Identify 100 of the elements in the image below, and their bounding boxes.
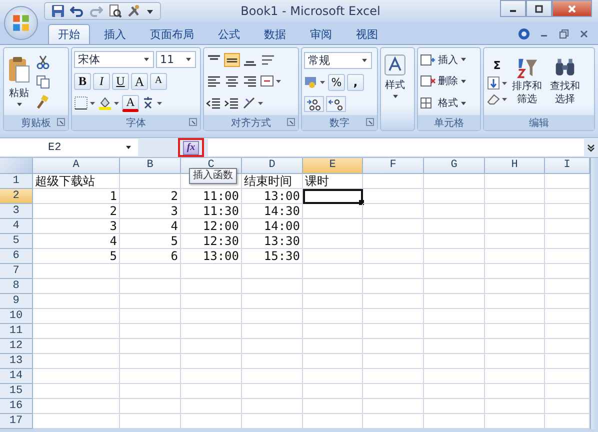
format-button[interactable]: 格式 (420, 96, 478, 110)
minimize-button[interactable] (500, 0, 526, 17)
vertical-scrollbar[interactable] (590, 158, 598, 429)
group-label: 数字 (330, 116, 350, 130)
sort-filter-button[interactable]: 排序和筛选 (508, 57, 546, 106)
save-icon[interactable] (51, 4, 65, 18)
row-header[interactable]: 15 (0, 384, 33, 399)
table-cell: 1 (33, 189, 120, 204)
number-format-dropdown[interactable]: 常规 (304, 52, 372, 68)
fill-down-icon[interactable] (486, 76, 508, 90)
orientation-icon[interactable] (242, 96, 264, 110)
borders-icon[interactable] (74, 96, 96, 110)
dialog-launcher-icon[interactable] (189, 118, 197, 126)
ribbon-tab[interactable]: 视图 (346, 24, 388, 44)
row-header[interactable]: 8 (0, 279, 33, 294)
font-color-button[interactable]: A (122, 94, 139, 112)
row-header[interactable]: 1 (0, 174, 33, 189)
comma-button[interactable]: , (347, 74, 364, 90)
merge-center-icon[interactable] (260, 74, 282, 88)
find-select-button[interactable]: 查找和选择 (546, 57, 584, 106)
row-header[interactable]: 12 (0, 339, 33, 354)
formula-input[interactable] (208, 139, 584, 156)
row-header[interactable]: 5 (0, 234, 33, 249)
eraser-icon[interactable] (486, 92, 508, 106)
align-left-icon[interactable] (206, 74, 222, 88)
column-header[interactable]: E (303, 158, 363, 174)
maximize-button[interactable] (526, 0, 552, 17)
delete-button[interactable]: 删除 (420, 74, 478, 88)
grow-button[interactable]: A (131, 72, 148, 90)
customize-caret-icon[interactable] (146, 7, 154, 15)
office-button[interactable] (4, 6, 38, 40)
row-header[interactable]: 9 (0, 294, 33, 309)
expand-icon[interactable] (586, 142, 596, 152)
styles-button[interactable]: 样式 (383, 54, 407, 128)
currency-icon[interactable] (304, 75, 326, 89)
close-button[interactable] (552, 0, 592, 17)
ribbon-tab[interactable]: 公式 (208, 24, 250, 44)
align-right-icon[interactable] (242, 74, 258, 88)
row-header[interactable]: 10 (0, 309, 33, 324)
increase-indent-icon[interactable] (224, 96, 240, 110)
align-middle-icon[interactable] (224, 52, 240, 67)
row-header[interactable]: 7 (0, 264, 33, 279)
column-header[interactable]: G (424, 158, 485, 174)
column-header[interactable]: B (120, 158, 181, 174)
insert-function-button[interactable]: fx (183, 140, 199, 154)
print-preview-icon[interactable] (108, 4, 122, 18)
dialog-launcher-icon[interactable] (366, 118, 374, 126)
table-cell: 3 (33, 219, 120, 234)
empty-cell (363, 399, 424, 414)
empty-cell (303, 339, 363, 354)
increase-decimal-icon[interactable] (304, 96, 324, 112)
undo-icon[interactable] (70, 4, 84, 18)
scissors-icon[interactable] (36, 54, 50, 68)
fill-color-icon[interactable] (98, 96, 120, 110)
row-header[interactable]: 6 (0, 249, 33, 264)
row-header[interactable]: 11 (0, 324, 33, 339)
font-size-dropdown[interactable]: 11 (156, 51, 196, 68)
decrease-indent-icon[interactable] (206, 96, 222, 110)
italic-button[interactable]: I (93, 72, 110, 90)
column-header[interactable]: A (33, 158, 120, 174)
row-header[interactable]: 2 (0, 189, 33, 204)
shrink-button[interactable]: A (150, 72, 167, 90)
paste-button[interactable]: 粘贴 (6, 56, 32, 107)
align-center-icon[interactable] (224, 74, 240, 88)
empty-cell (303, 234, 363, 249)
column-header[interactable]: H (485, 158, 545, 174)
dialog-launcher-icon[interactable] (287, 118, 295, 126)
ribbon-tab[interactable]: 数据 (254, 24, 296, 44)
ribbon-tab[interactable]: 开始 (48, 24, 90, 44)
wrap-text-icon[interactable] (260, 52, 276, 67)
insert-button[interactable]: 插入 (420, 52, 478, 67)
ribbon-tab[interactable]: 页面布局 (140, 24, 204, 44)
close-icon[interactable] (578, 28, 590, 40)
row-header[interactable]: 17 (0, 414, 33, 429)
row-header[interactable]: 13 (0, 354, 33, 369)
autosum-button[interactable]: Σ (486, 57, 508, 74)
empty-cell (363, 354, 424, 369)
percent-button[interactable]: % (328, 74, 345, 90)
help-icon[interactable] (518, 28, 530, 40)
font-name-dropdown[interactable]: 宋体 (74, 51, 154, 68)
restore-icon[interactable] (558, 28, 570, 40)
empty-cell (303, 309, 363, 324)
column-header[interactable]: D (242, 158, 303, 174)
ribbon-tab[interactable]: 插入 (94, 24, 136, 44)
column-header[interactable]: F (363, 158, 424, 174)
underline-button[interactable]: U (112, 72, 129, 90)
empty-cell (424, 189, 485, 204)
dialog-launcher-icon[interactable] (57, 118, 65, 126)
bold-button[interactable]: B (74, 72, 91, 90)
ribbon-tab[interactable]: 审阅 (300, 24, 342, 44)
row-header[interactable]: 16 (0, 399, 33, 414)
row-header[interactable]: 14 (0, 369, 33, 384)
decrease-decimal-icon[interactable] (326, 96, 346, 112)
row-header[interactable]: 3 (0, 204, 33, 219)
copy-icon[interactable] (36, 74, 50, 88)
name-box[interactable]: E2 (0, 139, 138, 156)
brush-icon[interactable] (36, 94, 50, 108)
row-header[interactable]: 4 (0, 219, 33, 234)
table-cell: 11:00 (181, 189, 242, 204)
column-header[interactable]: I (545, 158, 590, 174)
